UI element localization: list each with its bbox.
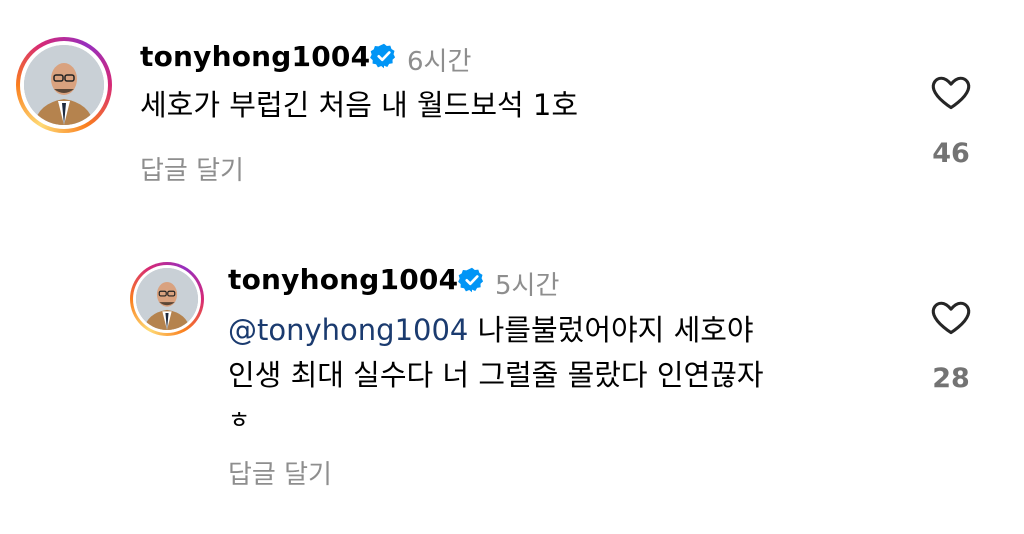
avatar[interactable] bbox=[16, 37, 112, 133]
heart-icon[interactable] bbox=[929, 70, 973, 114]
reply-button[interactable]: 답글 달기 bbox=[228, 454, 332, 491]
comment-text-line: 인생 최대 실수다 너 그럴줄 몰랐다 인연끊자 bbox=[228, 358, 764, 392]
avatar-photo bbox=[136, 268, 198, 330]
avatar[interactable] bbox=[130, 262, 204, 336]
verified-badge-icon bbox=[458, 267, 484, 293]
mention-link[interactable]: @tonyhong1004 bbox=[228, 313, 468, 347]
comment-time: 6시간 bbox=[407, 47, 472, 77]
comment-text-line: @tonyhong1004 나를불렀어야지 세호야 bbox=[228, 308, 764, 353]
like-count: 28 bbox=[932, 363, 970, 394]
comment-username[interactable]: tonyhong1004 bbox=[140, 40, 370, 73]
reply-button[interactable]: 답글 달기 bbox=[140, 150, 244, 187]
comment-text-segment: 나를불렀어야지 세호야 bbox=[468, 313, 754, 347]
avatar-photo bbox=[24, 45, 104, 125]
comment-text: 세호가 부럽긴 처음 내 월드보석 1호 bbox=[140, 83, 578, 128]
like-count: 46 bbox=[932, 138, 970, 169]
heart-icon[interactable] bbox=[929, 295, 973, 339]
comment-time: 5시간 bbox=[495, 271, 560, 301]
comment-text-line: ㅎ bbox=[228, 406, 251, 434]
comment-text: @tonyhong1004 나를불렀어야지 세호야 인생 최대 실수다 너 그럴… bbox=[228, 308, 764, 443]
comment-text-line: 세호가 부럽긴 처음 내 월드보석 1호 bbox=[140, 88, 579, 122]
verified-badge-icon bbox=[370, 43, 396, 69]
comment-username[interactable]: tonyhong1004 bbox=[228, 263, 458, 296]
